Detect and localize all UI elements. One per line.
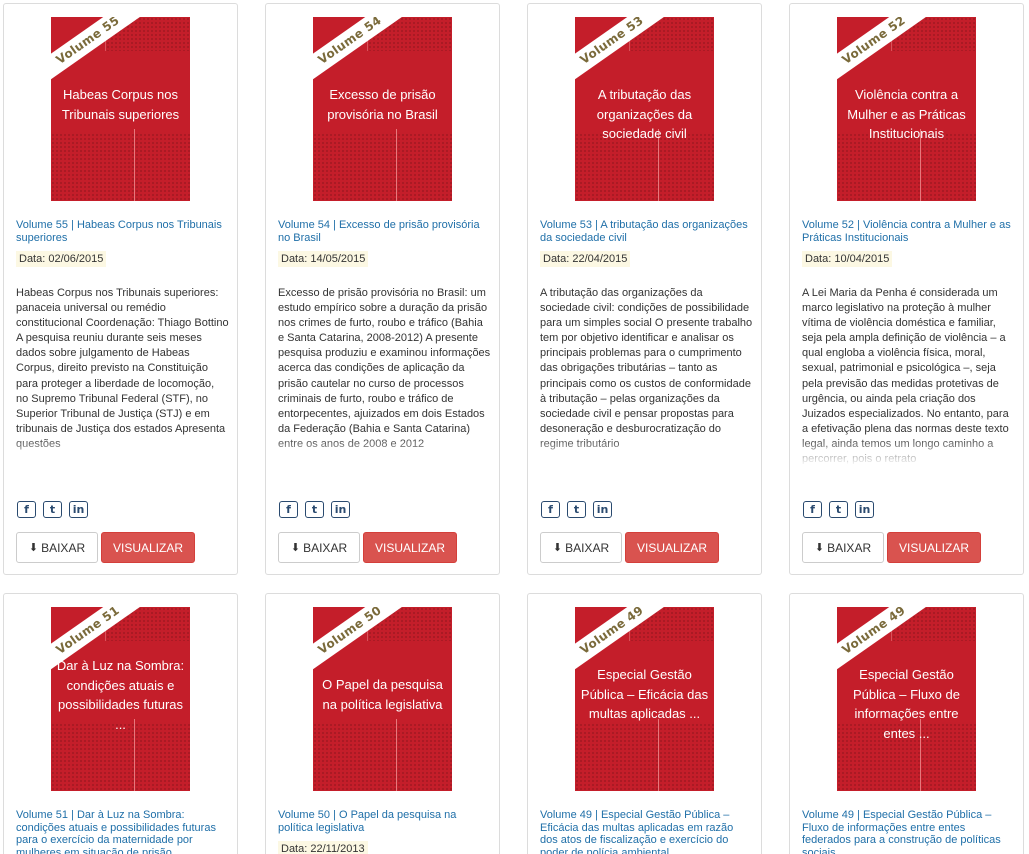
publication-card: Volume 51 Dar à Luz na Sombra: condições… — [3, 593, 238, 854]
description-fade — [540, 436, 753, 466]
linkedin-icon[interactable]: in — [331, 501, 350, 518]
facebook-icon[interactable]: f — [17, 501, 36, 518]
facebook-icon[interactable]: f — [803, 501, 822, 518]
cover-title: Especial Gestão Pública – Eficácia das m… — [580, 667, 709, 721]
cover-title: O Papel da pesquisa na política legislat… — [322, 677, 443, 712]
download-icon: ⬇ — [552, 542, 563, 554]
cover-pattern — [51, 133, 190, 201]
publication-card: Volume 49 Especial Gestão Pública – Flux… — [789, 593, 1024, 854]
publication-title-link[interactable]: Volume 49 | Especial Gestão Pública – Ef… — [540, 809, 753, 854]
download-label: BAIXAR — [303, 540, 348, 555]
publication-title-link[interactable]: Volume 53 | A tributação das organizaçõe… — [540, 219, 753, 244]
download-icon: ⬇ — [290, 542, 301, 554]
twitter-icon[interactable]: t — [829, 501, 848, 518]
download-label: BAIXAR — [565, 540, 610, 555]
share-buttons: f t in — [541, 501, 612, 518]
twitter-icon[interactable]: t — [305, 501, 324, 518]
book-cover[interactable]: Volume 53 A tributação das organizações … — [575, 17, 714, 201]
cover-title: Dar à Luz na Sombra: condições atuais e … — [56, 658, 185, 732]
publication-title-link[interactable]: Volume 50 | O Papel da pesquisa na polít… — [278, 809, 491, 834]
cover-pattern — [575, 723, 714, 791]
publication-title-link[interactable]: Volume 55 | Habeas Corpus nos Tribunais … — [16, 219, 229, 244]
download-icon: ⬇ — [814, 542, 825, 554]
facebook-icon[interactable]: f — [279, 501, 298, 518]
cover-line — [658, 719, 659, 791]
download-icon: ⬇ — [28, 542, 39, 554]
download-label: BAIXAR — [827, 540, 872, 555]
view-button[interactable]: VISUALIZAR — [101, 532, 195, 563]
publication-date: Data: 22/04/2015 — [540, 251, 631, 267]
book-cover[interactable]: Volume 50 O Papel da pesquisa na polític… — [313, 607, 452, 791]
publication-card: Volume 50 O Papel da pesquisa na polític… — [265, 593, 500, 854]
view-button[interactable]: VISUALIZAR — [363, 532, 457, 563]
book-cover[interactable]: Volume 52 Violência contra a Mulher e as… — [837, 17, 976, 201]
download-button[interactable]: ⬇ BAIXAR — [540, 532, 622, 563]
book-cover[interactable]: Volume 55 Habeas Corpus nos Tribunais su… — [51, 17, 190, 201]
view-button[interactable]: VISUALIZAR — [625, 532, 719, 563]
cover-title: A tributação das organizações da socieda… — [596, 87, 693, 141]
publication-date: Data: 14/05/2015 — [278, 251, 369, 267]
publication-title-link[interactable]: Volume 52 | Violência contra a Mulher e … — [802, 219, 1015, 244]
share-buttons: f t in — [803, 501, 874, 518]
cover-line — [396, 719, 397, 791]
publication-title-link[interactable]: Volume 51 | Dar à Luz na Sombra: condiçõ… — [16, 809, 229, 854]
publication-date: Data: 02/06/2015 — [16, 251, 107, 267]
cover-pattern — [313, 133, 452, 201]
description-fade — [802, 436, 1015, 466]
download-button[interactable]: ⬇ BAIXAR — [278, 532, 360, 563]
share-buttons: f t in — [279, 501, 350, 518]
book-cover[interactable]: Volume 54 Excesso de prisão provisória n… — [313, 17, 452, 201]
publication-date: Data: 22/11/2013 — [278, 841, 368, 854]
cover-title: Excesso de prisão provisória no Brasil — [327, 87, 438, 122]
linkedin-icon[interactable]: in — [593, 501, 612, 518]
book-cover[interactable]: Volume 49 Especial Gestão Pública – Flux… — [837, 607, 976, 791]
description-fade — [16, 436, 229, 466]
twitter-icon[interactable]: t — [567, 501, 586, 518]
publication-card: Volume 53 A tributação das organizações … — [527, 3, 762, 575]
publication-card: Volume 52 Violência contra a Mulher e as… — [789, 3, 1024, 575]
publication-title-link[interactable]: Volume 54 | Excesso de prisão provisória… — [278, 219, 491, 244]
cover-line — [134, 129, 135, 201]
view-button[interactable]: VISUALIZAR — [887, 532, 981, 563]
twitter-icon[interactable]: t — [43, 501, 62, 518]
publication-card: Volume 49 Especial Gestão Pública – Efic… — [527, 593, 762, 854]
cover-pattern — [313, 723, 452, 791]
download-label: BAIXAR — [41, 540, 86, 555]
share-buttons: f t in — [17, 501, 88, 518]
book-cover[interactable]: Volume 51 Dar à Luz na Sombra: condições… — [51, 607, 190, 791]
publication-title-link[interactable]: Volume 49 | Especial Gestão Pública – Fl… — [802, 809, 1015, 854]
cover-line — [396, 129, 397, 201]
facebook-icon[interactable]: f — [541, 501, 560, 518]
linkedin-icon[interactable]: in — [855, 501, 874, 518]
book-cover[interactable]: Volume 49 Especial Gestão Pública – Efic… — [575, 607, 714, 791]
publication-card: Volume 54 Excesso de prisão provisória n… — [265, 3, 500, 575]
cover-title: Habeas Corpus nos Tribunais superiores — [61, 87, 180, 122]
publication-date: Data: 10/04/2015 — [802, 251, 893, 267]
download-button[interactable]: ⬇ BAIXAR — [16, 532, 98, 563]
download-button[interactable]: ⬇ BAIXAR — [802, 532, 884, 563]
description-fade — [278, 436, 491, 466]
publication-card: Volume 55 Habeas Corpus nos Tribunais su… — [3, 3, 238, 575]
cover-title: Especial Gestão Pública – Fluxo de infor… — [853, 667, 960, 741]
cover-title: Violência contra a Mulher e as Práticas … — [847, 87, 966, 141]
linkedin-icon[interactable]: in — [69, 501, 88, 518]
